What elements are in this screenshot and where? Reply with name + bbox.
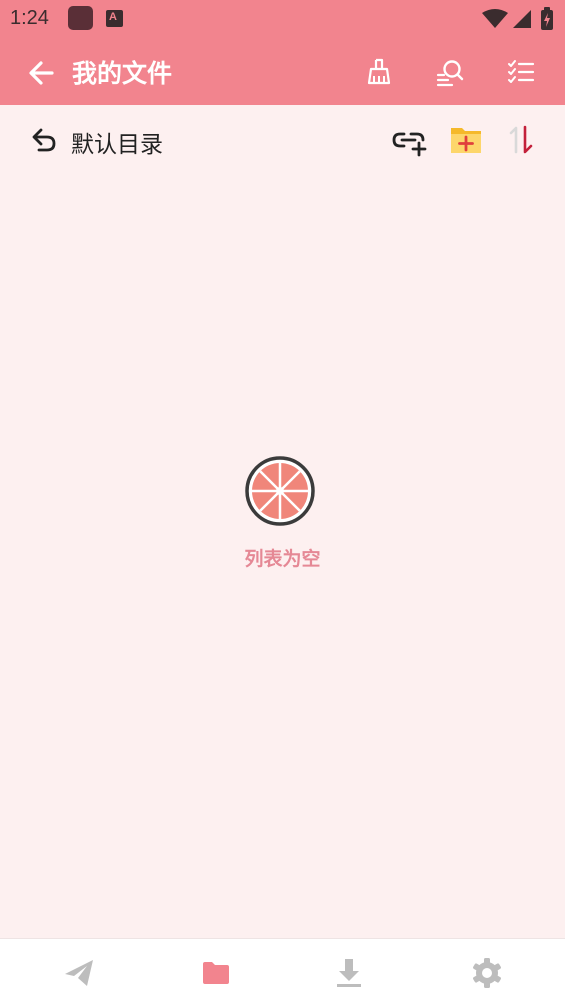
status-time: 1:24	[10, 7, 49, 29]
nav-item-settings[interactable]	[416, 939, 557, 1006]
empty-state-text: 列表为空	[244, 548, 321, 570]
battery-icon	[541, 7, 553, 30]
back-arrow-icon[interactable]	[24, 56, 58, 90]
link-add-icon[interactable]	[391, 122, 427, 158]
undo-icon[interactable]	[28, 125, 58, 155]
directory-bar: 默认目录	[0, 105, 565, 173]
a-badge-label: A	[109, 11, 117, 23]
grapefruit-icon	[245, 456, 315, 526]
page-title: 我的文件	[72, 59, 173, 88]
checklist-icon[interactable]	[505, 56, 537, 88]
folder-add-icon[interactable]	[448, 122, 484, 158]
folder-icon	[202, 962, 229, 984]
settings-icon	[472, 958, 501, 988]
download-icon	[336, 959, 361, 987]
nav-item-files[interactable]	[145, 939, 286, 1006]
sort-icon[interactable]	[504, 122, 540, 158]
notification-app-icon	[68, 6, 93, 30]
send-icon	[64, 960, 93, 986]
bottom-nav	[0, 938, 565, 1006]
nav-item-download[interactable]	[278, 939, 419, 1006]
nav-item-send[interactable]	[8, 939, 149, 1006]
wifi-icon	[482, 9, 508, 28]
status-bar: 1:24 A	[0, 0, 565, 38]
signal-icon	[513, 10, 531, 28]
broom-icon[interactable]	[363, 56, 395, 88]
keyboard-a-icon: A	[106, 10, 123, 27]
app-bar: 我的文件	[0, 38, 565, 105]
search-icon[interactable]	[434, 56, 466, 88]
directory-title: 默认目录	[71, 132, 163, 158]
